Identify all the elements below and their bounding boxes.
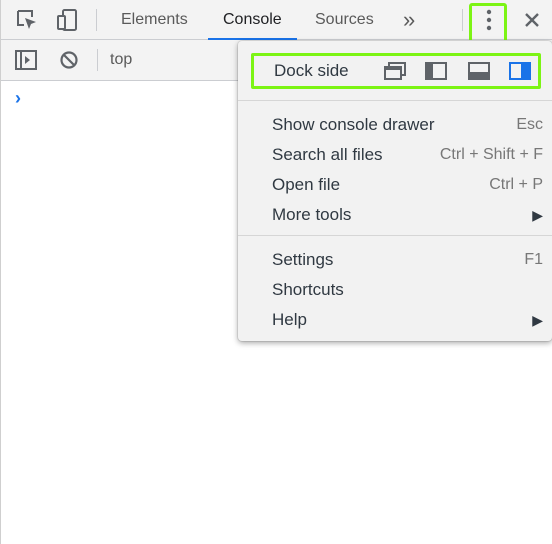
menu-item-shortcut: Ctrl + Shift + F [439, 146, 543, 163]
submenu-arrow-icon: ▶ [532, 207, 543, 223]
close-icon[interactable] [521, 10, 543, 30]
tab-elements[interactable]: Elements [121, 0, 188, 40]
menu-item-shortcuts[interactable]: Shortcuts [238, 275, 552, 305]
menu-item-shortcut: Ctrl + P [489, 176, 543, 193]
menu-item-label: Show console drawer [272, 115, 435, 134]
tab-console[interactable]: Console [208, 0, 297, 40]
tab-sources[interactable]: Sources [315, 0, 374, 40]
toolbar-divider [96, 9, 97, 31]
menu-item-label: Shortcuts [272, 280, 344, 299]
toolbar-divider-right [462, 9, 463, 31]
dock-side-row: Dock side [251, 53, 541, 89]
kebab-menu-icon[interactable] [479, 8, 499, 32]
execution-context-selector[interactable]: top [110, 40, 132, 80]
dock-right-icon[interactable] [509, 62, 531, 85]
menu-item-shortcut: F1 [524, 251, 543, 268]
menu-item-help[interactable]: Help ▶ [238, 305, 552, 335]
inspect-element-icon[interactable] [14, 8, 40, 32]
dock-left-icon[interactable] [425, 62, 447, 85]
menu-item-settings[interactable]: Settings F1 [238, 245, 552, 275]
menu-item-label: Help [272, 310, 307, 329]
menu-item-label: Search all files [272, 145, 383, 164]
menu-item-label: Open file [272, 175, 341, 194]
menu-item-open-file[interactable]: Open file Ctrl + P [238, 170, 552, 200]
dock-bottom-icon[interactable] [468, 62, 490, 85]
clear-console-icon[interactable] [58, 49, 80, 71]
menu-separator [238, 235, 552, 236]
console-prompt[interactable]: › [15, 88, 21, 109]
menu-separator [238, 100, 552, 101]
menu-item-label: More tools [272, 205, 352, 224]
menu-item-label: Settings [272, 250, 334, 269]
menu-item-show-console-drawer[interactable]: Show console drawer Esc [238, 110, 552, 140]
menu-item-more-tools[interactable]: More tools ▶ [238, 200, 552, 230]
menu-item-shortcut: Esc [516, 116, 543, 133]
device-toolbar-icon[interactable] [55, 8, 81, 32]
submenu-arrow-icon: ▶ [532, 312, 543, 328]
dock-side-label: Dock side [274, 61, 349, 80]
show-sidebar-icon[interactable] [14, 49, 38, 71]
customize-menu: Dock side Show console drawer Esc Search… [238, 41, 552, 341]
toolbar-divider [97, 49, 98, 71]
more-tabs-icon[interactable]: » [403, 0, 415, 40]
devtools-tabbar: Elements Console Sources » [1, 0, 552, 53]
undock-icon[interactable] [384, 62, 406, 85]
menu-item-search-all-files[interactable]: Search all files Ctrl + Shift + F [238, 140, 552, 170]
